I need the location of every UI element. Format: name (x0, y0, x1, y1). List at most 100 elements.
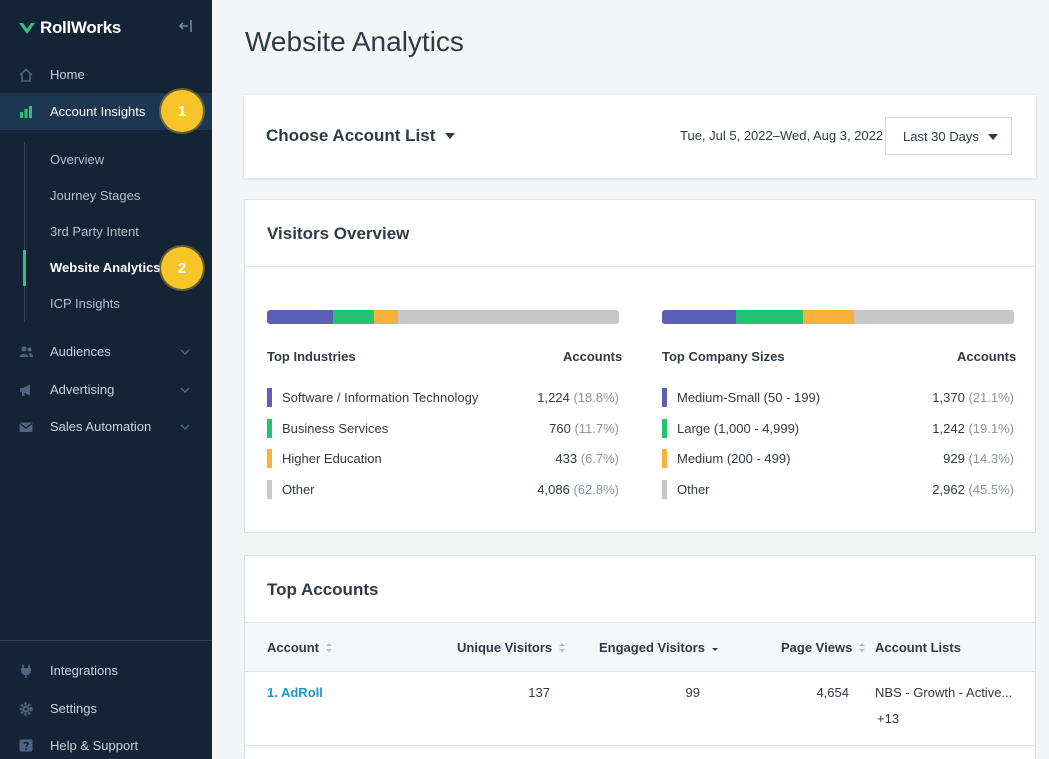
subnav-item-overview[interactable]: Overview (50, 152, 104, 167)
period-select[interactable]: Last 30 Days (885, 117, 1012, 155)
caret-down-icon (445, 133, 456, 139)
bar-segment (333, 310, 375, 324)
chevron-down-icon (180, 348, 190, 355)
legend-count: 2,962 (932, 481, 965, 497)
top-accounts-title: Top Accounts (267, 580, 379, 599)
bar-segment (267, 310, 334, 324)
list-item: Software / Information Technology 1,224 (… (267, 388, 619, 408)
legend-value: 929 (14.3%) (943, 451, 1014, 466)
subnav-item-website-analytics[interactable]: Website Analytics (50, 260, 161, 275)
legend-label: Other (677, 481, 710, 497)
nav-item-audiences[interactable]: Audiences (0, 333, 212, 370)
legend-swatch (662, 418, 667, 438)
visitors-overview-title: Visitors Overview (267, 224, 410, 243)
nav-item-label: Advertising (50, 382, 115, 397)
sizes-accounts-header: Accounts (957, 349, 1017, 364)
choose-account-list-label: Choose Account List (266, 126, 436, 145)
subnav-active-indicator (23, 250, 26, 286)
column-header-unique-visitors[interactable]: Unique Visitors (457, 640, 566, 655)
list-item: Large (1,000 - 4,999) 1,242 (19.1%) (662, 418, 1014, 439)
unique-visitors-cell: 137 (528, 685, 550, 700)
column-header-label: Account (267, 640, 319, 655)
bar-segment (397, 310, 619, 324)
engaged-visitors-cell: 99 (685, 685, 700, 700)
legend-count: 1,224 (537, 390, 570, 405)
legend-label: Higher Education (282, 451, 382, 466)
column-header-label: Page Views (781, 640, 853, 655)
filter-card: Choose Account List Tue, Jul 5, 2022–Wed… (244, 95, 1036, 178)
sort-desc-icon (711, 648, 718, 651)
top-accounts-card: Top Accounts Account Unique Visitors Eng… (244, 555, 1036, 759)
collapse-sidebar-icon[interactable] (178, 18, 194, 34)
visitors-overview-card: Visitors Overview Top Industries Account… (244, 199, 1036, 533)
gear-icon (19, 701, 33, 716)
column-header-engaged-visitors[interactable]: Engaged Visitors (599, 640, 719, 655)
sidebar: RollWorks Home Account Insights Overview… (0, 0, 212, 759)
top-industries-header: Top Industries (267, 349, 356, 364)
card-divider (245, 266, 1035, 267)
legend-value: 2,962 (45.5%) (932, 482, 1014, 497)
nav-item-label: Settings (50, 701, 97, 716)
subnav-item-journey-stages[interactable]: Journey Stages (50, 188, 140, 203)
nav-item-help-support[interactable]: Help & Support (0, 727, 212, 759)
nav-item-label: Home (50, 67, 85, 82)
legend-value: 760 (11.7%) (549, 421, 619, 436)
account-lists-more[interactable]: +13 (877, 711, 899, 726)
list-item: Other 4,086 (62.8%) (267, 479, 619, 500)
legend-swatch (267, 479, 272, 499)
nav-item-advertising[interactable]: Advertising (0, 371, 212, 408)
nav-item-label: Help & Support (50, 738, 139, 753)
legend-swatch (267, 449, 272, 468)
legend-count: 433 (555, 451, 578, 466)
legend-label: Large (1,000 - 4,999) (677, 420, 800, 436)
subnav-item-icp-insights[interactable]: ICP Insights (50, 296, 120, 311)
sort-icon (326, 643, 332, 652)
legend-count: 760 (549, 420, 571, 436)
column-header-page-views[interactable]: Page Views (781, 640, 866, 655)
industries-stacked-bar (267, 310, 619, 324)
nav-item-sales-automation[interactable]: Sales Automation (0, 408, 212, 445)
callout-badge-1: 1 (161, 90, 203, 132)
legend-value: 1,370 (21.1%) (932, 390, 1014, 405)
legend-count: 1,242 (932, 420, 965, 436)
legend-label: Medium-Small (50 - 199) (677, 390, 821, 405)
sort-icon (559, 643, 566, 652)
page-views-cell: 4,654 (816, 685, 849, 700)
account-link[interactable]: 1. AdRoll (267, 685, 323, 700)
legend-percent: (45.5%) (968, 481, 1014, 497)
legend-swatch (662, 388, 667, 407)
legend-label: Medium (200 - 499) (677, 451, 791, 466)
megaphone-icon (20, 384, 30, 396)
legend-percent: (62.8%) (573, 481, 619, 497)
nav-item-home[interactable]: Home (0, 56, 212, 93)
table-header: Account Unique Visitors Engaged Visitors… (245, 622, 1035, 672)
legend-swatch (267, 388, 272, 407)
page-title: Website Analytics (245, 26, 464, 57)
nav-item-settings[interactable]: Settings (0, 690, 212, 727)
rollworks-logo[interactable]: RollWorks (18, 18, 121, 38)
nav-item-label: Sales Automation (50, 419, 152, 434)
legend-label: Software / Information Technology (282, 390, 479, 405)
column-header-account[interactable]: Account (267, 640, 333, 655)
nav-item-integrations[interactable]: Integrations (0, 652, 212, 689)
bar-segment (374, 310, 398, 324)
legend-swatch (662, 479, 667, 499)
subnav-item-3rd-party-intent[interactable]: 3rd Party Intent (50, 224, 139, 239)
bar-segment (853, 310, 1014, 324)
callout-badge-2: 2 (161, 247, 203, 289)
chevron-down-icon (180, 386, 190, 393)
legend-value: 433 (6.7%) (555, 451, 619, 466)
legend-count: 4,086 (537, 481, 570, 497)
legend-count: 929 (943, 451, 965, 466)
chart-icon (20, 105, 32, 118)
bar-segment (662, 310, 737, 324)
bar-segment (803, 310, 854, 324)
home-icon (19, 67, 33, 82)
mail-icon (19, 422, 33, 432)
account-lists-cell: NBS - Growth - Active... (875, 685, 1013, 700)
legend-percent: (21.1%) (968, 390, 1014, 405)
legend-swatch (267, 418, 272, 438)
people-icon (19, 346, 33, 357)
choose-account-list-dropdown[interactable]: Choose Account List (266, 126, 456, 146)
column-header-label: Account Lists (875, 640, 961, 655)
